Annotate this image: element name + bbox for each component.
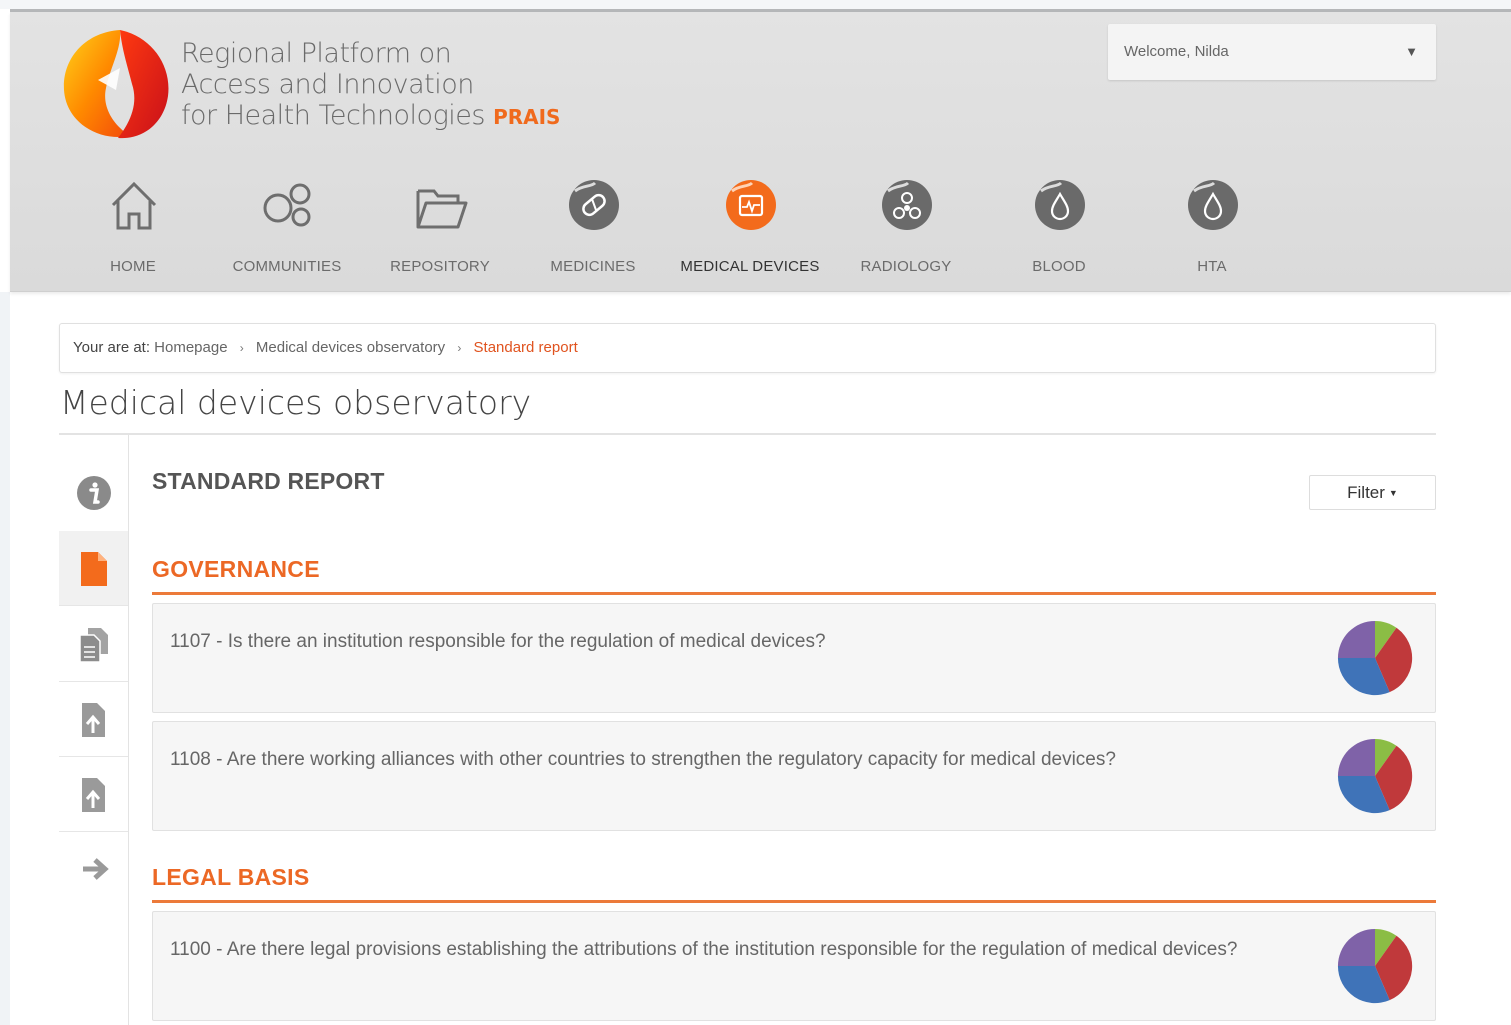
nav-radiology[interactable]: RADIOLOGY [826,177,986,287]
user-menu-dropdown[interactable]: Welcome, Nilda ▼ [1108,24,1436,80]
nav-label: MEDICINES [550,258,636,275]
section-title-governance: GOVERNANCE [152,556,320,582]
nav-medicines[interactable]: MEDICINES [513,177,673,287]
pill-icon [569,180,619,230]
site-header: Regional Platform on Access and Innovati… [10,12,1511,292]
question-card[interactable]: 1108 - Are there working alliances with … [152,721,1436,831]
nav-label: BLOOD [1032,258,1086,275]
nav-home[interactable]: HOME [53,177,213,287]
pie-chart-icon[interactable] [1336,619,1414,697]
question-text: 1108 - Are there working alliances with … [170,749,1116,770]
logo-text: Regional Platform on Access and Innovati… [181,38,560,133]
hta-drop-icon [1188,180,1238,230]
welcome-text: Welcome, Nilda [1124,43,1229,60]
section-title-legal-basis: LEGAL BASIS [152,864,310,890]
download-document-icon [82,778,105,812]
page-title: Medical devices observatory [60,383,532,422]
arrow-right-icon [83,858,109,880]
nav-label: HOME [110,258,156,275]
section-rule [152,592,1436,595]
nav-label: HTA [1197,258,1227,275]
nav-blood[interactable]: BLOOD [979,177,1139,287]
logo-line-2: Access and Innovation [181,69,474,100]
document-icon [81,552,107,586]
question-text: 1107 - Is there an institution responsib… [170,631,826,652]
side-upload-button[interactable] [59,682,128,757]
logo-line-3-text: for Health Technologies [181,100,485,131]
chevron-right-icon: › [239,341,244,355]
logo-brand: PRAIS [493,105,561,129]
medical-device-icon [726,180,776,230]
nav-hta[interactable]: HTA [1132,177,1292,287]
report-title: STANDARD REPORT [152,468,385,494]
side-export-button[interactable] [59,757,128,832]
nav-medical-devices[interactable]: MEDICAL DEVICES [670,177,830,287]
breadcrumb-current: Standard report [473,339,578,356]
breadcrumb: Your are at: Homepage › Medical devices … [59,323,1436,373]
nav-label: MEDICAL DEVICES [680,258,820,275]
breadcrumb-homepage[interactable]: Homepage [154,339,227,356]
divider [59,433,1436,435]
section-rule [152,900,1436,903]
nav-label: COMMUNITIES [232,258,342,275]
chevron-down-icon: ▼ [1405,44,1418,59]
logo-line-3: for Health Technologies PRAIS [181,100,560,133]
question-card[interactable]: 1100 - Are there legal provisions establ… [152,911,1436,1021]
side-info-button[interactable] [59,455,128,530]
side-next-button[interactable] [59,832,128,907]
copy-documents-icon [79,628,108,663]
side-report-button[interactable] [59,531,128,606]
question-text: 1100 - Are there legal provisions establ… [170,939,1238,960]
blood-drop-icon [1035,180,1085,230]
prais-logo[interactable] [58,24,174,142]
nav-repository[interactable]: REPOSITORY [360,177,520,287]
breadcrumb-prefix: Your are at: [73,339,150,356]
upload-document-icon [82,703,105,737]
side-compare-button[interactable] [59,607,128,682]
chevron-right-icon: › [457,341,462,355]
top-strip [0,0,1511,9]
breadcrumb-observatory[interactable]: Medical devices observatory [256,339,445,356]
filter-button[interactable]: Filter ▼ [1309,475,1436,510]
left-gutter [0,292,10,1025]
question-card[interactable]: 1107 - Is there an institution responsib… [152,603,1436,713]
caret-down-icon: ▼ [1388,488,1398,499]
radiation-icon [882,180,932,230]
side-toolbar [59,435,129,1025]
nav-label: REPOSITORY [390,258,490,275]
logo-line-1: Regional Platform on [181,38,452,69]
pie-chart-icon[interactable] [1336,737,1414,815]
nav-communities[interactable]: COMMUNITIES [207,177,367,287]
nav-label: RADIOLOGY [860,258,952,275]
communities-icon [263,183,311,227]
pie-chart-icon[interactable] [1336,927,1414,1005]
home-icon [111,181,157,230]
folder-icon [416,189,468,229]
info-icon [77,476,111,510]
filter-label: Filter [1347,483,1385,502]
